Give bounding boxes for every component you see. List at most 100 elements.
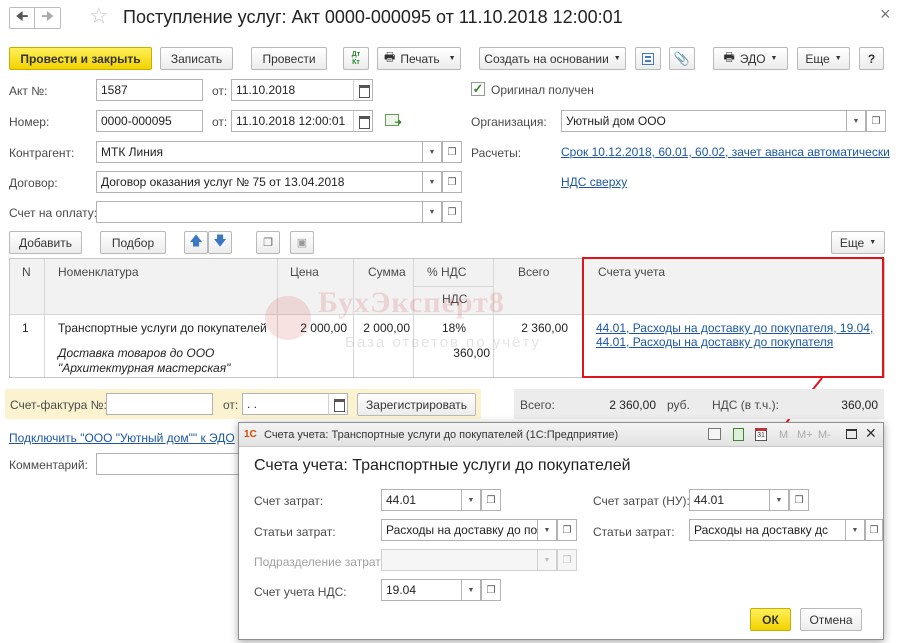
save-button[interactable]: Записать bbox=[160, 47, 233, 70]
cost-account-nu-dropdown[interactable]: ▼ bbox=[769, 489, 789, 511]
post-button[interactable]: Провести bbox=[251, 47, 327, 70]
cost-account-dropdown[interactable]: ▼ bbox=[461, 489, 481, 511]
copy-row-button[interactable]: ❐ bbox=[256, 231, 280, 254]
nav-forward-button[interactable]: 🠊 bbox=[35, 7, 61, 29]
dialog-close-icon[interactable]: ✕ bbox=[865, 425, 877, 442]
attach-button[interactable]: 📎 bbox=[669, 47, 695, 70]
invoice-field[interactable] bbox=[96, 201, 423, 223]
dialog-maximize-icon[interactable] bbox=[846, 429, 857, 439]
row-vat[interactable]: 360,00 bbox=[413, 346, 490, 360]
act-number-label: Акт №: bbox=[9, 84, 48, 98]
contract-field[interactable]: Договор оказания услуг № 75 от 13.04.201… bbox=[96, 171, 423, 193]
vat-account-dropdown[interactable]: ▼ bbox=[461, 579, 481, 601]
col-item[interactable]: Номенклатура bbox=[58, 265, 139, 279]
cost-items-nu-dropdown[interactable]: ▼ bbox=[845, 519, 865, 541]
sf-date-field[interactable]: . . bbox=[242, 393, 329, 415]
dialog-memory-m-plus[interactable]: M+ bbox=[797, 429, 813, 441]
edo-button[interactable]: 🖶 ЭДО ▼ bbox=[713, 47, 788, 70]
dialog-calc-icon[interactable] bbox=[733, 428, 744, 441]
more-button[interactable]: Еще ▼ bbox=[797, 47, 850, 70]
window-close-button[interactable]: × bbox=[880, 4, 891, 25]
add-row-button[interactable]: Добавить bbox=[9, 231, 82, 254]
sf-number-field[interactable] bbox=[106, 393, 213, 415]
contract-dropdown[interactable]: ▼ bbox=[422, 171, 442, 193]
number-edit-icon[interactable]: ➜ bbox=[385, 114, 402, 127]
calendar-icon[interactable] bbox=[353, 110, 373, 132]
cost-items-open-button[interactable]: ❐ bbox=[557, 519, 577, 541]
contractor-field[interactable]: МТК Линия bbox=[96, 141, 423, 163]
contractor-dropdown[interactable]: ▼ bbox=[422, 141, 442, 163]
invoice-open-button[interactable]: ❐ bbox=[442, 201, 462, 223]
vat-link[interactable]: НДС сверху bbox=[561, 175, 627, 189]
original-received-checkbox[interactable]: ✓ bbox=[471, 82, 485, 96]
dialog-memory-m-minus[interactable]: M- bbox=[818, 429, 831, 441]
help-button[interactable]: ? bbox=[859, 47, 884, 70]
cost-items-field[interactable]: Расходы на доставку до пок bbox=[381, 519, 538, 541]
contractor-open-button[interactable]: ❐ bbox=[442, 141, 462, 163]
structure-button[interactable] bbox=[635, 47, 661, 70]
col-sum[interactable]: Сумма bbox=[368, 265, 406, 279]
vat-account-open-button[interactable]: ❐ bbox=[481, 579, 501, 601]
register-button[interactable]: Зарегистрировать bbox=[357, 393, 476, 416]
create-based-button[interactable]: Создать на основании ▼ bbox=[479, 47, 626, 70]
paste-row-button[interactable]: ▣ bbox=[290, 231, 314, 254]
chevron-down-icon: ▼ bbox=[467, 586, 475, 594]
open-icon: ❐ bbox=[871, 115, 881, 127]
move-up-button[interactable]: 🡅 bbox=[184, 231, 208, 254]
col-vat-pct[interactable]: % НДС bbox=[427, 265, 466, 279]
comment-field[interactable] bbox=[96, 453, 246, 475]
act-date-field[interactable]: 11.10.2018 bbox=[231, 79, 354, 101]
organization-open-button[interactable]: ❐ bbox=[866, 110, 886, 132]
row-item[interactable]: Транспортные услуги до покупателей bbox=[58, 321, 267, 335]
cost-items-dropdown[interactable]: ▼ bbox=[537, 519, 557, 541]
row-sum[interactable]: 2 000,00 bbox=[353, 321, 410, 335]
paperclip-icon: 📎 bbox=[673, 50, 691, 66]
connect-edo-link[interactable]: Подключить "ООО "Уютный дом"" к ЭДО bbox=[9, 431, 235, 445]
dialog-print-icon[interactable] bbox=[708, 428, 721, 440]
post-and-close-button[interactable]: Провести и закрыть bbox=[9, 47, 152, 70]
dtkt-button[interactable]: Дт Кт bbox=[343, 47, 369, 70]
vat-account-field[interactable]: 19.04 bbox=[381, 579, 462, 601]
nav-back-button[interactable]: 🠈 bbox=[9, 7, 35, 29]
open-icon: ❐ bbox=[447, 176, 457, 188]
chevron-down-icon: ▼ bbox=[613, 55, 621, 62]
cost-items-nu-field[interactable]: Расходы на доставку дс bbox=[689, 519, 846, 541]
cost-account-nu-field[interactable]: 44.01 bbox=[689, 489, 770, 511]
move-down-button[interactable]: 🡇 bbox=[208, 231, 232, 254]
cost-account-field[interactable]: 44.01 bbox=[381, 489, 462, 511]
more-label: Еще bbox=[805, 51, 830, 66]
act-date-label: от: bbox=[212, 84, 228, 98]
invoice-dropdown[interactable]: ▼ bbox=[422, 201, 442, 223]
payments-link[interactable]: Срок 10.12.2018, 60.01, 60.02, зачет ава… bbox=[561, 145, 890, 159]
row-price[interactable]: 2 000,00 bbox=[277, 321, 347, 335]
total-value: 2 360,00 bbox=[609, 398, 656, 412]
calendar-icon[interactable] bbox=[328, 393, 348, 415]
col-price[interactable]: Цена bbox=[290, 265, 319, 279]
dialog-calendar-icon[interactable]: 31 bbox=[755, 428, 767, 441]
division-dropdown[interactable]: ▼ bbox=[537, 549, 557, 571]
organization-field[interactable]: Уютный дом ООО bbox=[561, 110, 847, 132]
cost-items-nu-open-button[interactable]: ❐ bbox=[865, 519, 883, 541]
act-number-field[interactable]: 1587 bbox=[96, 79, 203, 101]
cost-account-nu-open-button[interactable]: ❐ bbox=[789, 489, 809, 511]
col-n[interactable]: N bbox=[22, 265, 31, 279]
cost-account-open-button[interactable]: ❐ bbox=[481, 489, 501, 511]
dialog-memory-m[interactable]: M bbox=[779, 429, 788, 441]
calendar-icon[interactable] bbox=[353, 79, 373, 101]
number-field[interactable]: 0000-000095 bbox=[96, 110, 203, 132]
dialog-ok-button[interactable]: ОК bbox=[750, 608, 791, 631]
arrow-left-icon: 🠈 bbox=[15, 8, 29, 24]
number-date-field[interactable]: 11.10.2018 12:00:01 bbox=[231, 110, 354, 132]
pick-button[interactable]: Подбор bbox=[100, 231, 166, 254]
row-vat-pct[interactable]: 18% bbox=[442, 321, 466, 335]
table-more-button[interactable]: Еще ▼ bbox=[831, 231, 885, 254]
dialog-cancel-button[interactable]: Отмена bbox=[800, 608, 862, 631]
organization-dropdown[interactable]: ▼ bbox=[846, 110, 866, 132]
contract-open-button[interactable]: ❐ bbox=[442, 171, 462, 193]
col-total[interactable]: Всего bbox=[518, 265, 549, 279]
print-button[interactable]: 🖶 Печать ▼ bbox=[377, 47, 461, 70]
favorite-star-icon[interactable]: ☆ bbox=[89, 5, 109, 27]
row-total[interactable]: 2 360,00 bbox=[493, 321, 568, 335]
division-open-button[interactable]: ❐ bbox=[557, 549, 577, 571]
division-field[interactable] bbox=[381, 549, 538, 571]
